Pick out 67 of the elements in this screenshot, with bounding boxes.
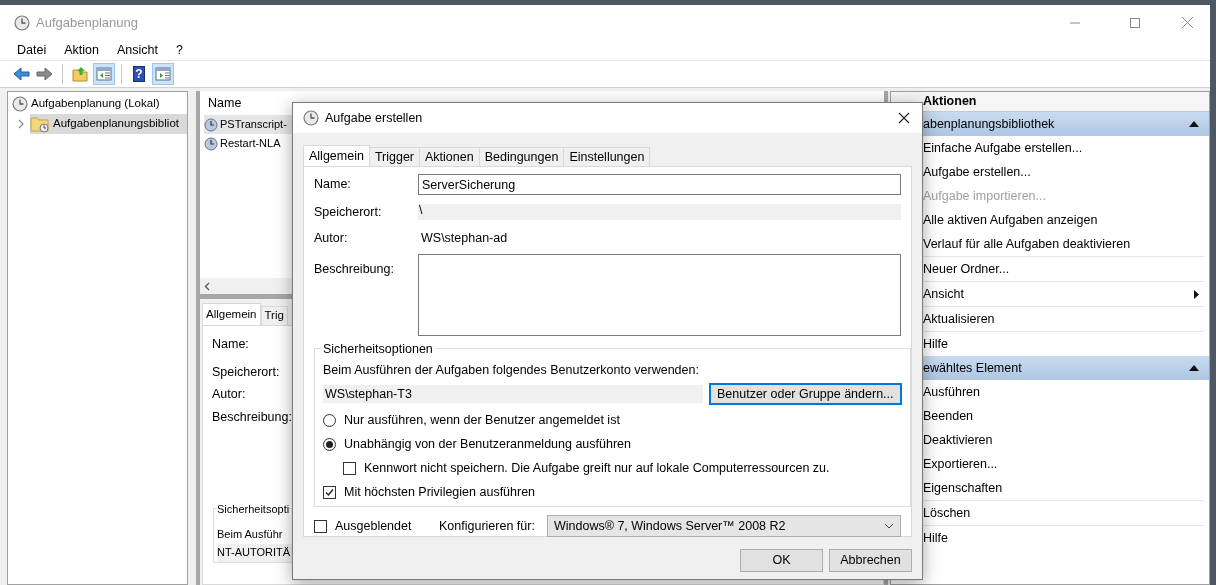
name-field[interactable]: ServerSicherung [418,174,901,195]
task-row[interactable]: Restart-NLA [204,134,292,153]
clock-icon [303,110,319,126]
dialog-tab[interactable]: Bedingungen [478,147,565,166]
dialog-button[interactable]: OK [740,549,823,572]
option-label: Unabhängig von der Benutzeranmeldung ausführen [344,435,631,453]
tree-item[interactable]: Aufgabenplanungsbibliot [30,114,187,134]
details-tab[interactable]: Trig [260,306,288,325]
option-label: Nur ausführen, wenn der Benutzer angemeldet ist [344,411,620,429]
account-value: WS\stephan-T3 [323,385,703,403]
field-label: Speicherort: [314,204,383,221]
column-header[interactable]: Name [208,94,242,113]
hidden-label: Ausgeblendet [335,517,413,535]
clock-icon [204,136,218,151]
account-prompt: Beim Ausführ [217,526,283,542]
field-label: Autor: [314,229,349,247]
menu-item[interactable]: ? [168,40,190,60]
close-icon [898,112,910,124]
description-field[interactable] [418,253,901,336]
clock-icon [12,96,28,112]
field-label: Beschreibung: [212,409,292,426]
option-label: Mit höchsten Privilegien ausführen [344,483,536,501]
radio-button[interactable] [323,413,336,427]
task-row[interactable]: PSTranscript- [204,115,292,134]
folder-clock-icon [30,115,50,133]
submenu-arrow-icon [1194,289,1199,299]
details-tab[interactable]: Allgemein [202,303,261,325]
dialog-tab[interactable]: Einstellungen [563,147,651,166]
actions-header: Aktionen [891,92,1209,112]
author-value: WS\stephan-ad [420,229,509,247]
scroll-left-icon[interactable] [204,281,210,291]
action-item[interactable]: Ansicht [891,282,1204,306]
collapse-triangle-icon [1189,121,1199,127]
dropdown-caret-icon [884,523,894,529]
field-label: Beschreibung: [314,260,395,278]
menu-item[interactable]: Aktion [57,40,106,60]
clock-icon [204,117,218,132]
collapse-triangle-icon [1189,365,1199,371]
field-label: Speicherort: [212,364,280,381]
group-title: Sicherheitsoptionen [322,340,434,358]
checkbox[interactable] [314,519,327,533]
field-label: Name: [314,176,352,194]
configure-dropdown[interactable]: Windows® 7, Windows Server™ 2008 R2 [547,515,901,537]
clock-icon [14,14,30,31]
pane-icon[interactable] [93,63,115,85]
dialog-tab[interactable]: Trigger [368,147,421,166]
pane-icon[interactable] [152,63,174,85]
chevron-icon[interactable] [17,119,25,129]
account-prompt: Beim Ausführen der Aufgaben folgendes Benutzerkonto verwenden: [323,362,700,380]
tree-item[interactable]: Aufgabenplanung (Lokal) [12,94,187,114]
change-user-button[interactable]: Benutzer oder Gruppe ändern... [709,383,902,405]
field-label: Autor: [212,386,246,403]
maximize-icon [1130,17,1140,28]
dialog-tab[interactable]: Allgemein [303,145,370,166]
field-label: Name: [212,336,249,353]
checkbox[interactable] [323,485,336,499]
dialog-title: Aufgabe erstellen [325,109,424,127]
dialog-button[interactable]: Abbrechen [829,549,912,572]
checkbox[interactable] [343,461,356,475]
window-title: Aufgabenplanung [36,13,139,32]
configure-label: Konfigurieren für: [439,517,536,535]
menu-item[interactable]: Datei [10,40,54,60]
radio-button[interactable] [323,437,336,451]
menu-item[interactable]: Ansicht [109,40,165,60]
close-icon [1181,17,1193,28]
option-label: Kennwort nicht speichern. Die Aufgabe greift nur auf lokale Computerressourcen zu. [364,459,830,477]
location-value: \ [418,204,901,221]
